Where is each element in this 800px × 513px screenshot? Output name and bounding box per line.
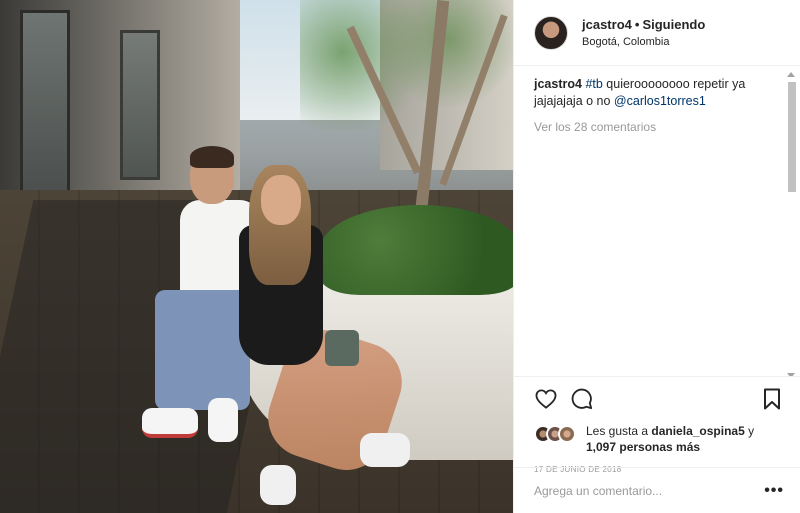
action-bar bbox=[534, 383, 784, 415]
likes-user-link[interactable]: daniela_ospina5 bbox=[651, 424, 744, 438]
scroll-up-arrow-icon[interactable] bbox=[787, 72, 795, 77]
post-caption: jcastro4 #tb quieroooooooo repetir ya ja… bbox=[534, 76, 776, 110]
post-side-panel: jcastro4 • Siguiendo Bogotá, Colombia jcas… bbox=[513, 0, 800, 513]
liker-avatar bbox=[558, 425, 576, 443]
scroll-down-arrow-icon[interactable] bbox=[787, 373, 795, 376]
author-username[interactable]: jcastro4 bbox=[582, 17, 632, 32]
header-user-row: jcastro4 • Siguiendo bbox=[582, 17, 705, 32]
post-header: jcastro4 • Siguiendo Bogotá, Colombia bbox=[514, 0, 800, 66]
header-text: jcastro4 • Siguiendo Bogotá, Colombia bbox=[582, 17, 705, 48]
photo-person-woman bbox=[215, 165, 415, 505]
photo-window bbox=[20, 10, 70, 200]
likes-middle: y bbox=[744, 424, 755, 438]
comments-scrollbar[interactable] bbox=[786, 72, 798, 376]
author-avatar[interactable] bbox=[534, 15, 568, 50]
liker-avatars[interactable] bbox=[534, 425, 576, 443]
follow-status-button[interactable]: Siguiendo bbox=[642, 17, 705, 32]
photo-tree-leaves bbox=[300, 0, 513, 130]
more-options-icon[interactable]: ••• bbox=[764, 482, 784, 500]
likes-prefix: Les gusta a bbox=[586, 424, 652, 438]
likes-others-link[interactable]: 1,097 personas más bbox=[586, 440, 700, 454]
bookmark-icon[interactable] bbox=[760, 387, 784, 411]
caption-mention[interactable]: @carlos1torres1 bbox=[614, 94, 706, 108]
comment-bubble-icon[interactable] bbox=[570, 387, 594, 411]
post-photo[interactable] bbox=[0, 0, 513, 513]
comments-area: jcastro4 #tb quieroooooooo repetir ya ja… bbox=[514, 66, 800, 376]
post-location[interactable]: Bogotá, Colombia bbox=[582, 36, 705, 48]
caption-username[interactable]: jcastro4 bbox=[534, 77, 582, 91]
likes-text: Les gusta a daniela_ospina5 y 1,097 pers… bbox=[586, 423, 784, 455]
comment-input[interactable] bbox=[534, 483, 765, 498]
photo-handbag bbox=[325, 330, 359, 366]
header-separator: • bbox=[634, 17, 640, 32]
scrollbar-thumb[interactable] bbox=[788, 82, 796, 192]
likes-summary: Les gusta a daniela_ospina5 y 1,097 pers… bbox=[534, 423, 784, 455]
caption-hashtag[interactable]: #tb bbox=[585, 77, 602, 91]
view-all-comments-link[interactable]: Ver los 28 comentarios bbox=[534, 120, 776, 134]
heart-icon[interactable] bbox=[534, 387, 558, 411]
instagram-post: jcastro4 • Siguiendo Bogotá, Colombia jcas… bbox=[0, 0, 800, 513]
add-comment-bar: ••• bbox=[514, 467, 800, 513]
